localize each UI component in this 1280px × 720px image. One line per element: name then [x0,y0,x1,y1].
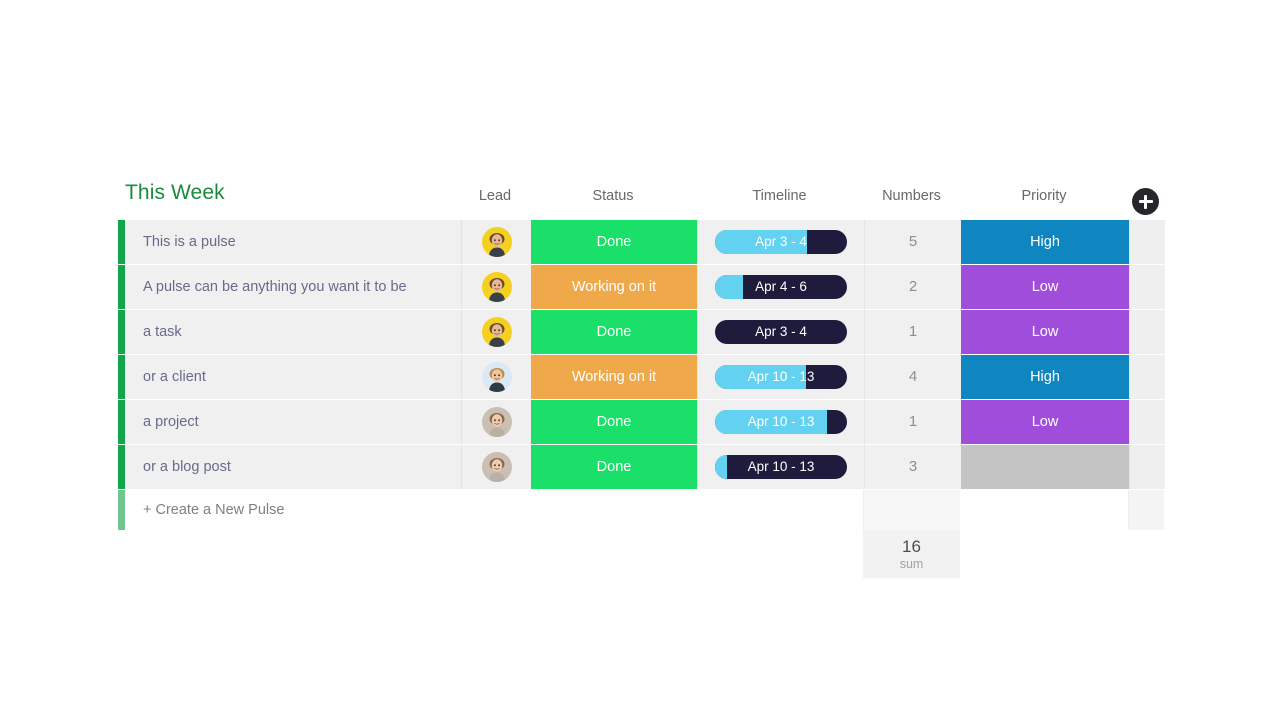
extra-cell [1129,400,1165,444]
avatar[interactable] [481,316,512,347]
row-accent-bar [118,265,125,309]
lead-cell[interactable] [461,445,531,489]
timeline-pill[interactable]: Apr 3 - 4 [715,319,847,344]
timeline-progress-fill [715,454,727,479]
table-row[interactable]: A pulse can be anything you want it to b… [118,265,1165,309]
add-column-button[interactable] [1132,188,1159,215]
extra-cell [1129,310,1165,354]
table-row[interactable]: a project Done Apr 10 - 13 1 Low [118,400,1165,444]
numbers-sum-value: 16 [902,536,921,556]
avatar[interactable] [481,451,512,482]
lead-cell[interactable] [461,355,531,399]
pulse-name-cell[interactable]: or a blog post [125,445,461,489]
avatar[interactable] [481,406,512,437]
row-accent-bar [118,400,125,444]
new-pulse-numbers-cell [863,490,960,530]
status-cell[interactable]: Done [531,310,697,354]
timeline-pill[interactable]: Apr 3 - 4 [715,229,847,254]
lead-cell[interactable] [461,220,531,264]
timeline-cell[interactable]: Apr 10 - 13 [697,445,864,489]
table-row[interactable]: This is a pulse Done Apr 3 - 4 5 High [118,220,1165,264]
timeline-label: Apr 10 - 13 [747,459,815,475]
status-cell[interactable]: Done [531,400,697,444]
pulse-name-cell[interactable]: A pulse can be anything you want it to b… [125,265,461,309]
status-cell[interactable]: Working on it [531,265,697,309]
status-cell[interactable]: Done [531,220,697,264]
timeline-label: Apr 3 - 4 [755,324,807,340]
timeline-label: Apr 10 - 13 [747,414,815,430]
priority-cell[interactable]: Low [961,265,1129,309]
timeline-label: Apr 3 - 4 [755,234,807,250]
board-header: This Week Lead Status Timeline Numbers P… [118,172,1164,220]
table-row[interactable]: or a client Working on it Apr 10 - 13 4 High [118,355,1165,399]
new-pulse-priority-cell [960,490,1128,530]
numbers-cell[interactable]: 3 [864,445,961,489]
timeline-pill[interactable]: Apr 10 - 13 [715,364,847,389]
column-header-numbers[interactable]: Numbers [863,188,960,204]
page-title: This Week [125,181,225,204]
timeline-cell[interactable]: Apr 3 - 4 [697,220,864,264]
timeline-cell[interactable]: Apr 3 - 4 [697,310,864,354]
numbers-cell[interactable]: 1 [864,310,961,354]
timeline-pill[interactable]: Apr 10 - 13 [715,454,847,479]
numbers-sum-label: sum [899,556,924,571]
summary-row: 16 sum [118,530,1164,578]
pulse-rows: This is a pulse Done Apr 3 - 4 5 High A pulse… [118,220,1165,489]
table-row[interactable]: or a blog post Done Apr 10 - 13 3 [118,445,1165,489]
row-accent-bar [118,490,125,530]
column-header-timeline[interactable]: Timeline [696,188,863,204]
priority-cell[interactable]: High [961,355,1129,399]
column-header-priority[interactable]: Priority [960,188,1128,204]
plus-icon [1143,194,1148,209]
priority-cell[interactable]: Low [961,400,1129,444]
table-row[interactable]: a task Done Apr 3 - 4 1 Low [118,310,1165,354]
timeline-cell[interactable]: Apr 4 - 6 [697,265,864,309]
lead-cell[interactable] [461,265,531,309]
avatar[interactable] [481,271,512,302]
board: This Week Lead Status Timeline Numbers P… [118,172,1165,578]
timeline-label: Apr 4 - 6 [755,279,807,295]
row-accent-bar [118,355,125,399]
status-cell[interactable]: Done [531,445,697,489]
new-pulse-extra-cell [1128,490,1164,530]
timeline-label: Apr 10 - 13 [747,369,815,385]
create-new-pulse-label[interactable]: + Create a New Pulse [125,490,863,530]
avatar[interactable] [481,226,512,257]
extra-cell [1129,355,1165,399]
timeline-pill[interactable]: Apr 4 - 6 [715,274,847,299]
status-cell[interactable]: Working on it [531,355,697,399]
row-accent-bar [118,310,125,354]
lead-cell[interactable] [461,310,531,354]
row-accent-bar [118,445,125,489]
timeline-pill[interactable]: Apr 10 - 13 [715,409,847,434]
extra-cell [1129,220,1165,264]
numbers-sum-box[interactable]: 16 sum [863,530,960,578]
lead-cell[interactable] [461,400,531,444]
row-accent-bar [118,220,125,264]
extra-cell [1129,445,1165,489]
pulse-name-cell[interactable]: a task [125,310,461,354]
timeline-cell[interactable]: Apr 10 - 13 [697,400,864,444]
pulse-name-cell[interactable]: or a client [125,355,461,399]
timeline-progress-fill [715,274,743,299]
numbers-cell[interactable]: 5 [864,220,961,264]
pulse-name-cell[interactable]: This is a pulse [125,220,461,264]
priority-cell[interactable] [961,445,1129,489]
numbers-cell[interactable]: 4 [864,355,961,399]
extra-cell [1129,265,1165,309]
timeline-cell[interactable]: Apr 10 - 13 [697,355,864,399]
pulse-name-cell[interactable]: a project [125,400,461,444]
numbers-cell[interactable]: 1 [864,400,961,444]
column-header-lead[interactable]: Lead [460,188,530,204]
create-new-pulse-row[interactable]: + Create a New Pulse [118,490,1164,530]
column-header-status[interactable]: Status [530,188,696,204]
priority-cell[interactable]: High [961,220,1129,264]
priority-cell[interactable]: Low [961,310,1129,354]
numbers-cell[interactable]: 2 [864,265,961,309]
avatar[interactable] [481,361,512,392]
